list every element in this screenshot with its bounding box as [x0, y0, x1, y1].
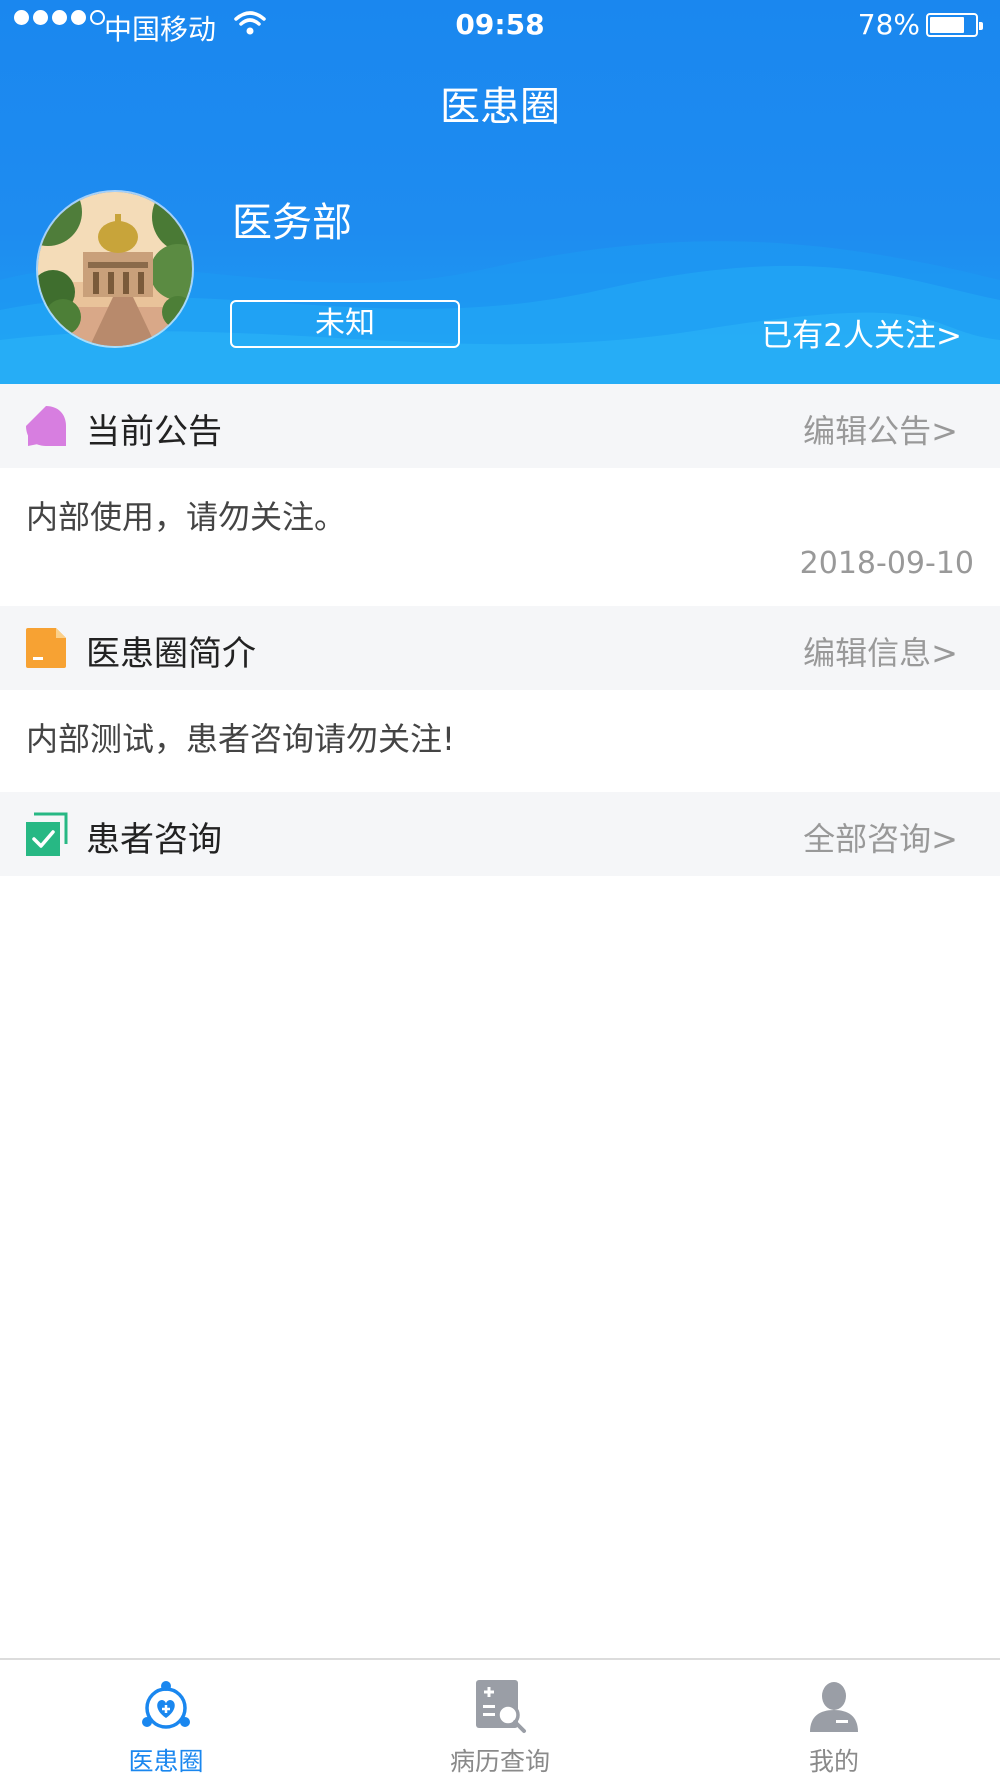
tab-mine[interactable]: 我的: [734, 1660, 934, 1778]
intro-title: 医患圈简介: [86, 634, 256, 674]
profile-header: 中国移动 09:58 78% 医患圈 医务部 未知 已有2人关注>: [0, 0, 1000, 384]
announcement-title: 当前公告: [86, 412, 222, 452]
consult-title: 患者咨询: [86, 820, 222, 860]
avatar[interactable]: [36, 190, 194, 348]
page-title: 医患圈: [440, 84, 560, 130]
status-badge[interactable]: 未知: [230, 300, 460, 348]
tab-label: 病历查询: [449, 1747, 550, 1776]
announcement-date: 2018-09-10: [799, 546, 974, 581]
tab-records[interactable]: 病历查询: [400, 1660, 600, 1778]
intro-header: 医患圈简介 编辑信息>: [0, 606, 1000, 690]
user-icon: [810, 1682, 858, 1732]
document-icon: [26, 628, 66, 668]
announcement-text: 内部使用，请勿关注。: [26, 498, 347, 536]
tab-circle[interactable]: 医患圈: [66, 1660, 266, 1778]
edit-info-link[interactable]: 编辑信息>: [803, 628, 958, 674]
all-consults-link[interactable]: 全部咨询>: [803, 814, 958, 860]
edit-announcement-link[interactable]: 编辑公告>: [803, 406, 958, 452]
org-name: 医务部: [232, 200, 352, 246]
status-bar: 中国移动 09:58 78%: [0, 0, 1000, 50]
circle-heart-icon: [142, 1681, 190, 1729]
tab-bar: 医患圈 病历查询 我的: [0, 1658, 1000, 1778]
tab-label: 医患圈: [128, 1747, 204, 1776]
followers-link[interactable]: 已有2人关注>: [761, 310, 962, 355]
megaphone-icon: [26, 406, 66, 446]
consult-header: 患者咨询 全部咨询>: [0, 792, 1000, 876]
tab-label: 我的: [808, 1747, 859, 1776]
clock: 09:58: [455, 8, 545, 41]
intro-text: 内部测试，患者咨询请勿关注!: [26, 720, 455, 758]
battery-percent: 78%: [857, 8, 920, 41]
record-search-icon: [476, 1680, 526, 1733]
announcement-header: 当前公告 编辑公告>: [0, 384, 1000, 468]
checklist-icon: [26, 812, 68, 856]
battery-icon: [926, 13, 983, 37]
